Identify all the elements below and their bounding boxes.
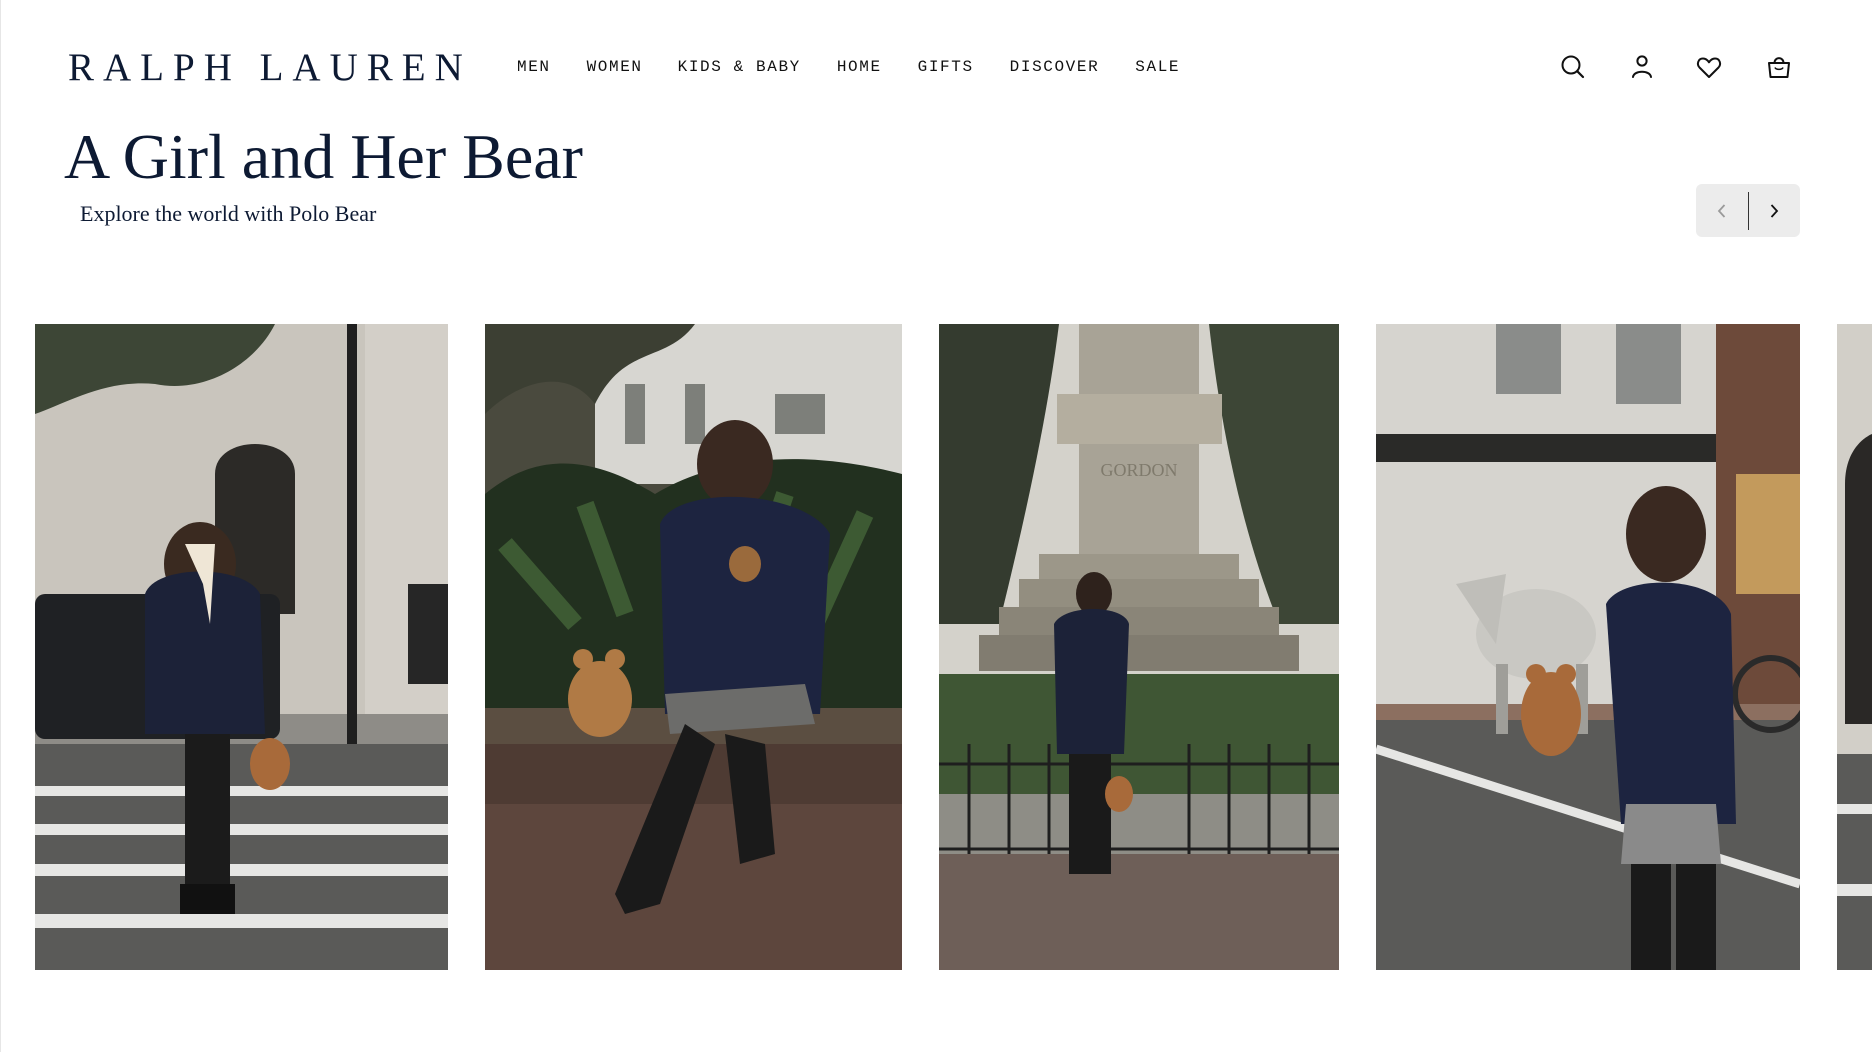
carousel-next-button[interactable] xyxy=(1748,184,1800,237)
slide-image-partial xyxy=(1837,324,1872,970)
chevron-right-icon xyxy=(1771,203,1779,218)
chevron-left-icon xyxy=(1717,203,1725,218)
image-carousel: GORDON xyxy=(0,324,1872,970)
carousel-slide-5[interactable] xyxy=(1837,324,1872,970)
account-icon[interactable] xyxy=(1627,52,1657,82)
carousel-slide-1[interactable] xyxy=(35,324,448,970)
monument-inscription: GORDON xyxy=(1100,460,1177,480)
carousel-prev-button[interactable] xyxy=(1696,184,1748,237)
wishlist-icon[interactable] xyxy=(1694,52,1724,82)
site-header: RALPH LAUREN MEN WOMEN KIDS & BABY HOME … xyxy=(0,0,1872,130)
slide-image-street xyxy=(1376,324,1800,970)
carousel-slide-2[interactable] xyxy=(485,324,902,970)
carousel-slide-4[interactable] xyxy=(1376,324,1800,970)
slide-image-bench xyxy=(485,324,902,970)
slide-image-crosswalk xyxy=(35,324,448,970)
page-title: A Girl and Her Bear xyxy=(64,121,583,192)
slide-image-monument: GORDON xyxy=(939,324,1339,970)
carousel-slide-3[interactable]: GORDON xyxy=(939,324,1339,970)
search-icon[interactable] xyxy=(1558,52,1588,82)
header-utility-icons xyxy=(0,52,1872,84)
page-subtitle: Explore the world with Polo Bear xyxy=(80,201,377,226)
bag-icon[interactable] xyxy=(1764,52,1794,82)
carousel-controls xyxy=(1696,184,1800,237)
